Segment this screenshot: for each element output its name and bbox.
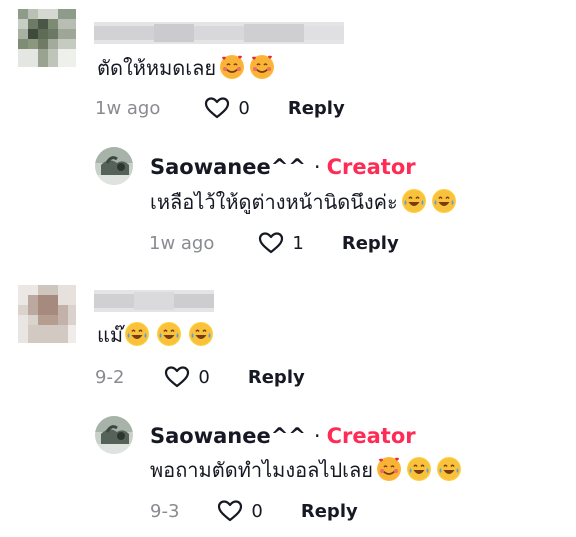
username-pixelated xyxy=(94,290,214,312)
tears-of-joy-icon xyxy=(189,322,214,346)
username-blurred[interactable] xyxy=(94,290,214,312)
avatar-blurred[interactable] xyxy=(18,9,76,67)
smiling-face-with-hearts-icon xyxy=(250,55,275,79)
reply-meta: 1w ago 1 Reply xyxy=(149,231,399,255)
reply-text: เหลือไว้ให้ดูต่างหน้านิดนึงค่ะ xyxy=(150,189,456,214)
comment-meta: 9-2 0 Reply xyxy=(95,365,305,389)
tears-of-joy-icon xyxy=(436,457,461,481)
reply-button[interactable]: Reply xyxy=(248,367,305,388)
timestamp: 1w ago xyxy=(95,97,161,119)
smiling-face-with-hearts-icon xyxy=(220,55,245,79)
creator-name-line: Saowanee^^ · Creator xyxy=(150,155,416,179)
heart-icon xyxy=(165,366,190,388)
creator-username[interactable]: Saowanee^^ xyxy=(150,155,306,179)
comment-text-content: ตัดให้หมดเลย xyxy=(97,56,217,80)
reply-text-content: เหลือไว้ให้ดูต่างหน้านิดนึงค่ะ xyxy=(150,190,398,214)
username-blurred[interactable] xyxy=(94,22,344,44)
separator-dot: · xyxy=(313,424,321,448)
tears-of-joy-icon xyxy=(125,322,150,346)
heart-icon xyxy=(218,500,243,522)
smiling-face-with-hearts-icon xyxy=(376,457,401,481)
creator-username[interactable]: Saowanee^^ xyxy=(150,424,306,448)
comment-meta: 1w ago 0 Reply xyxy=(95,96,345,120)
avatar-pixelated-image xyxy=(18,9,76,67)
timestamp: 1w ago xyxy=(149,232,215,254)
like-count: 1 xyxy=(292,232,304,254)
avatar-blurred[interactable] xyxy=(18,285,76,343)
tears-of-joy-icon xyxy=(406,457,431,481)
heart-icon xyxy=(259,232,284,254)
reply-text: พอถามตัดทำไมงอลไปเลย xyxy=(150,457,461,482)
creator-avatar[interactable] xyxy=(95,147,133,185)
like-count: 0 xyxy=(198,366,210,388)
tears-of-joy-icon xyxy=(401,189,426,213)
reply-meta: 9-3 0 Reply xyxy=(150,499,358,523)
tears-of-joy-icon xyxy=(431,189,456,213)
like-button[interactable]: 1 xyxy=(258,231,304,255)
creator-avatar[interactable] xyxy=(95,416,133,454)
timestamp: 9-3 xyxy=(150,500,180,522)
timestamp: 9-2 xyxy=(95,366,125,388)
creator-badge: Creator xyxy=(326,424,416,448)
like-button[interactable]: 0 xyxy=(204,96,250,120)
creator-name-line: Saowanee^^ · Creator xyxy=(150,424,416,448)
username-pixelated xyxy=(94,22,344,44)
reply-button[interactable]: Reply xyxy=(301,501,358,522)
tears-of-joy-icon xyxy=(157,322,182,346)
reply-button[interactable]: Reply xyxy=(342,233,399,254)
like-button[interactable]: 0 xyxy=(164,365,210,389)
comment-text: ตัดให้หมดเลย xyxy=(97,55,275,80)
creator-avatar-image xyxy=(95,147,133,185)
creator-avatar-image xyxy=(95,416,133,454)
like-button[interactable]: 0 xyxy=(217,499,263,523)
creator-badge: Creator xyxy=(326,155,416,179)
separator-dot: · xyxy=(313,155,321,179)
comment-text: แม๊ xyxy=(97,322,214,347)
avatar-pixelated-image xyxy=(18,285,76,343)
reply-button[interactable]: Reply xyxy=(288,98,345,119)
like-count: 0 xyxy=(251,500,263,522)
reply-text-content: พอถามตัดทำไมงอลไปเลย xyxy=(150,458,373,482)
heart-icon xyxy=(205,97,230,119)
like-count: 0 xyxy=(238,97,250,119)
comment-text-content: แม๊ xyxy=(97,323,124,347)
